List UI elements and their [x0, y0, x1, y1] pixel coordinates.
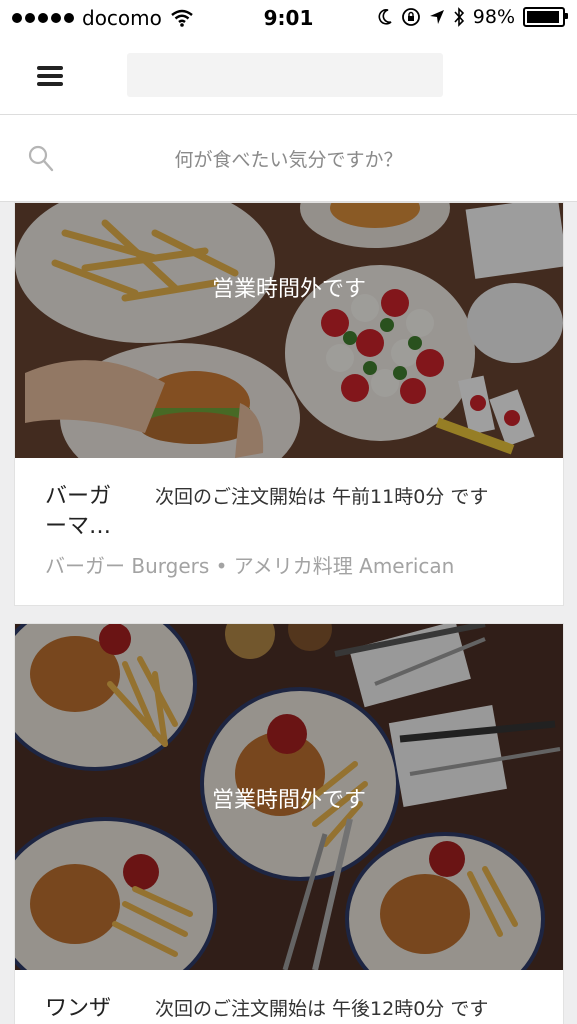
rotation-lock-icon [401, 8, 420, 26]
menu-icon[interactable] [37, 66, 63, 86]
restaurant-name[interactable]: バーガ ーマ… [45, 482, 135, 542]
restaurant-feed[interactable]: 営業時間外です バーガ ーマ… 次回のご注文開始は 午前11時0分 です バーガ… [0, 202, 577, 1024]
closed-label: 営業時間外です [211, 788, 366, 813]
restaurant-image[interactable]: 営業時間外です [15, 203, 563, 458]
location-arrow-icon [429, 10, 444, 24]
moon-icon [378, 9, 392, 25]
restaurant-info[interactable]: ワンザ 次回のご注文開始は 午後12時0分 です [15, 970, 563, 1024]
status-indicators: 98% [377, 6, 568, 28]
restaurant-name-line1: バーガ [45, 484, 112, 509]
restaurant-name[interactable]: ワンザ [45, 994, 135, 1024]
restaurant-image[interactable]: 営業時間外です [15, 624, 563, 970]
restaurant-card[interactable]: 営業時間外です バーガ ーマ… 次回のご注文開始は 午前11時0分 です バーガ… [14, 202, 564, 606]
bluetooth-icon [454, 7, 464, 27]
search-input[interactable]: 何が食べたい気分ですか？ [0, 145, 577, 172]
next-order-time: 次回のご注文開始は 午前11時0分 です [155, 486, 489, 508]
nav-bar [0, 38, 577, 115]
closed-label: 営業時間外です [211, 277, 366, 302]
image-overlay [15, 203, 563, 458]
battery-icon [523, 7, 568, 27]
restaurant-name-line2: ーマ… [45, 514, 112, 539]
restaurant-info[interactable]: バーガ ーマ… 次回のご注文開始は 午前11時0分 です バーガー Burger… [15, 458, 563, 604]
next-order-time: 次回のご注文開始は 午後12時0分 です [155, 998, 489, 1020]
battery-percent: 98% [472, 6, 515, 28]
title-placeholder [127, 53, 443, 97]
search-bar[interactable]: 何が食べたい気分ですか？ [0, 115, 577, 202]
status-bar: docomo 9:01 98% [0, 0, 577, 38]
cuisine-tags: バーガー Burgers • アメリカ料理 American [45, 554, 455, 578]
restaurant-card[interactable]: 営業時間外です ワンザ 次回のご注文開始は 午後12時0分 です [14, 623, 564, 1024]
